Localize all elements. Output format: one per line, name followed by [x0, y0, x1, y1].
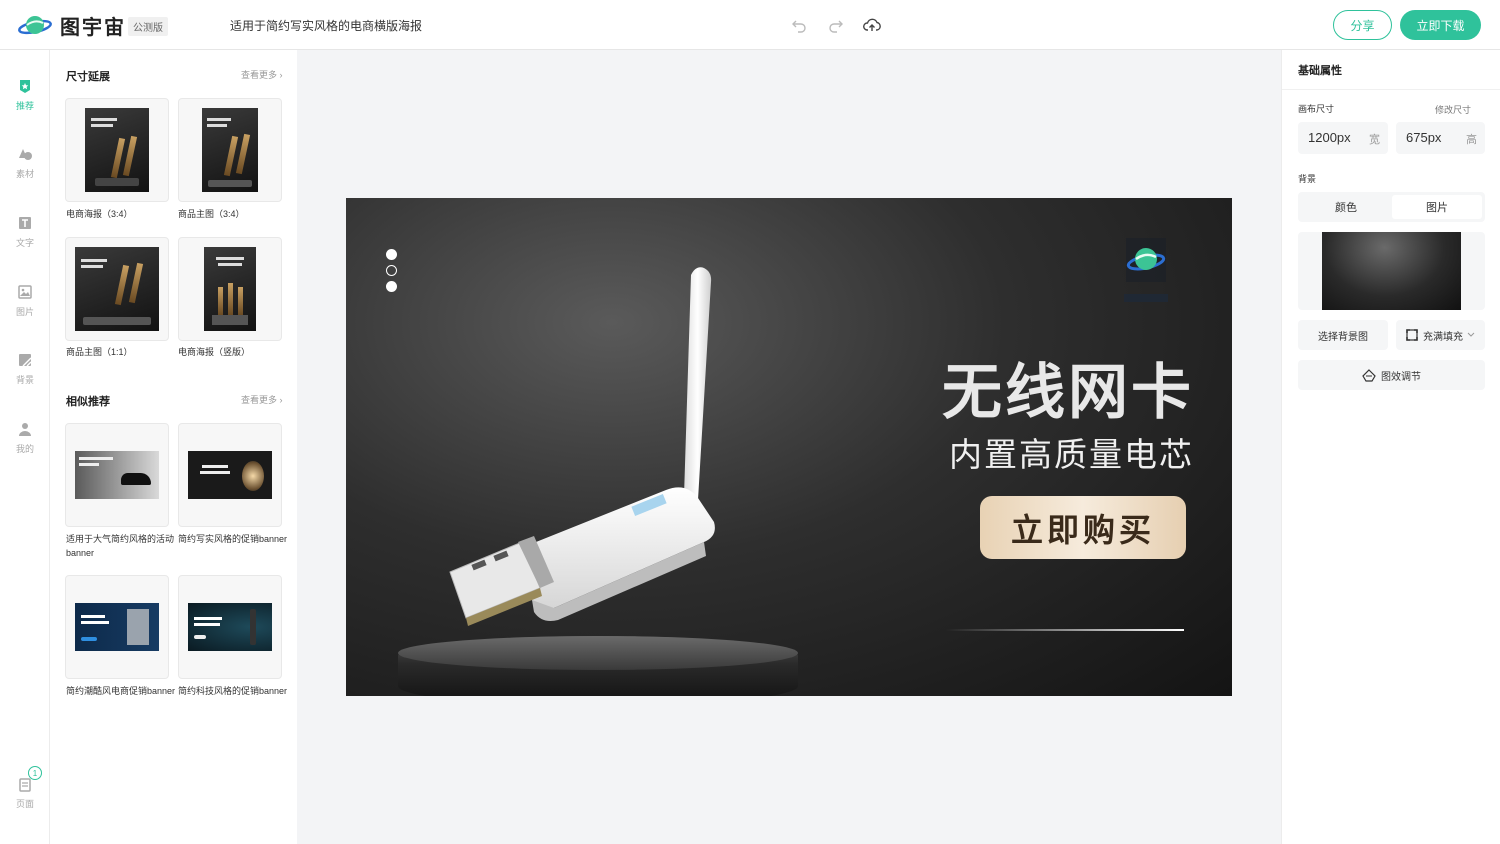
brand-name: 图宇宙: [60, 17, 126, 39]
nav-pages[interactable]: 页面 1: [0, 766, 50, 822]
undo-icon[interactable]: [789, 15, 809, 35]
size-extend-more-label: 查看更多: [241, 70, 278, 80]
properties-panel: 基础属性 画布尺寸 修改尺寸 1200px 宽 675px 高 背景 颜色 图片…: [1281, 50, 1500, 844]
template-label: 简约写实风格的促销banner: [178, 534, 288, 544]
template-card[interactable]: [178, 237, 282, 341]
template-thumbnail: [188, 451, 272, 499]
user-icon: [19, 423, 31, 436]
nav-pages-label: 页面: [15, 799, 34, 809]
template-card[interactable]: [65, 98, 169, 202]
effect-adjust-label: 图效调节: [1381, 371, 1421, 383]
planet-logo-icon: [18, 15, 52, 34]
top-bar: 图宇宙 公测版 适用于简约写实风格的电商横版海报 分享 立即下载: [0, 0, 1500, 50]
nav-images-label: 图片: [15, 307, 34, 317]
template-label: 电商海报（竖版）: [178, 347, 251, 357]
cloud-upload-icon[interactable]: [862, 15, 882, 35]
template-panel: 尺寸延展 查看更多 › 电商海报（3:4） 商品主图（3:4） 商品主图（1:1…: [50, 50, 297, 844]
redo-icon[interactable]: [826, 15, 846, 35]
template-card[interactable]: [65, 575, 169, 679]
nav-mine-label: 我的: [15, 444, 34, 454]
beta-badge: 公测版: [128, 17, 168, 36]
template-thumbnail: [85, 108, 149, 192]
similar-more-label: 查看更多: [241, 395, 278, 405]
template-label: 简约科技风格的促销banner: [178, 686, 288, 696]
nav-background-label: 背景: [15, 375, 34, 385]
choose-background-button[interactable]: 选择背景图: [1298, 320, 1388, 350]
width-unit: 宽: [1369, 134, 1380, 146]
poster-canvas[interactable]: 无线网卡 内置高质量电芯 立即购买: [346, 198, 1232, 696]
template-thumbnail: [202, 108, 258, 192]
template-card[interactable]: [65, 423, 169, 527]
shapes-icon: [19, 149, 32, 160]
size-extend-more-link[interactable]: 查看更多 ›: [241, 68, 283, 81]
background-label: 背景: [1298, 174, 1317, 184]
fill-mode-select[interactable]: 充满填充: [1396, 320, 1485, 350]
nav-materials-label: 素材: [15, 169, 34, 179]
template-label: 适用于大气简约风格的活动banner: [66, 534, 175, 558]
nav-background[interactable]: 背景: [0, 348, 50, 398]
template-thumbnail: [75, 603, 159, 651]
nav-recommend-label: 推荐: [15, 101, 34, 111]
template-card[interactable]: [178, 575, 282, 679]
tab-color[interactable]: 颜色: [1301, 195, 1391, 219]
template-card[interactable]: [178, 98, 282, 202]
background-preview-image: [1322, 232, 1461, 310]
similar-more-link[interactable]: 查看更多 ›: [241, 393, 283, 406]
text-icon: [19, 217, 31, 229]
effect-adjust-button[interactable]: 图效调节: [1298, 360, 1485, 390]
template-thumbnail: [188, 603, 272, 651]
nav-text[interactable]: 文字: [0, 211, 50, 261]
edit-size-link[interactable]: 修改尺寸: [1435, 103, 1471, 116]
poster-title[interactable]: 无线网卡: [942, 344, 1194, 431]
poster-dots-decoration: [386, 249, 397, 297]
canvas-size-label: 画布尺寸: [1298, 104, 1335, 114]
width-field[interactable]: 1200px 宽: [1298, 122, 1388, 154]
poster-divider-line: [946, 629, 1184, 631]
template-thumbnail: [75, 451, 159, 499]
nav-recommend[interactable]: 推荐: [0, 74, 50, 124]
nav-images[interactable]: 图片: [0, 280, 50, 330]
width-value: 1200px: [1308, 130, 1351, 145]
template-card[interactable]: [65, 237, 169, 341]
height-value: 675px: [1406, 130, 1442, 145]
background-type-toggle: 颜色 图片: [1298, 192, 1485, 222]
share-button[interactable]: 分享: [1333, 10, 1392, 40]
poster-buy-button[interactable]: 立即购买: [980, 496, 1186, 559]
poster-subtitle[interactable]: 内置高质量电芯: [949, 428, 1194, 476]
template-label: 商品主图（1:1）: [66, 347, 133, 357]
background-preview[interactable]: [1298, 232, 1485, 310]
nav-materials[interactable]: 素材: [0, 142, 50, 192]
height-unit: 高: [1466, 134, 1477, 146]
wifi-adapter-image: [449, 267, 715, 626]
nav-mine[interactable]: 我的: [0, 417, 50, 467]
template-label: 简约潮酷风电商促销banner: [66, 686, 176, 696]
template-label: 商品主图（3:4）: [178, 209, 245, 219]
effect-adjust-icon: [1362, 368, 1376, 382]
pages-count-badge: 1: [28, 766, 42, 780]
template-card[interactable]: [178, 423, 282, 527]
background-icon: [19, 354, 32, 367]
properties-title: 基础属性: [1298, 65, 1342, 77]
template-label: 电商海报（3:4）: [66, 209, 133, 219]
properties-header: 基础属性: [1282, 50, 1500, 90]
download-button[interactable]: 立即下载: [1400, 10, 1481, 40]
nav-text-label: 文字: [15, 238, 34, 248]
chevron-down-icon: [1467, 332, 1475, 337]
fill-mode-value: 充满填充: [1423, 331, 1463, 343]
size-extend-title: 尺寸延展: [66, 71, 110, 83]
image-icon: [18, 285, 32, 299]
template-thumbnail: [75, 247, 159, 331]
recommend-icon: [20, 80, 30, 93]
brand-logo[interactable]: 图宇宙: [18, 11, 126, 40]
tab-image[interactable]: 图片: [1392, 195, 1482, 219]
fill-mode-icon: [1406, 329, 1418, 341]
poster-logo-icon: [1124, 238, 1168, 302]
left-sidebar: 推荐 素材 文字 图片 背景 我的 页面 1: [0, 50, 50, 844]
document-title[interactable]: 适用于简约写实风格的电商横版海报: [230, 17, 422, 34]
template-thumbnail: [204, 247, 256, 331]
similar-title: 相似推荐: [66, 396, 110, 408]
height-field[interactable]: 675px 高: [1396, 122, 1485, 154]
